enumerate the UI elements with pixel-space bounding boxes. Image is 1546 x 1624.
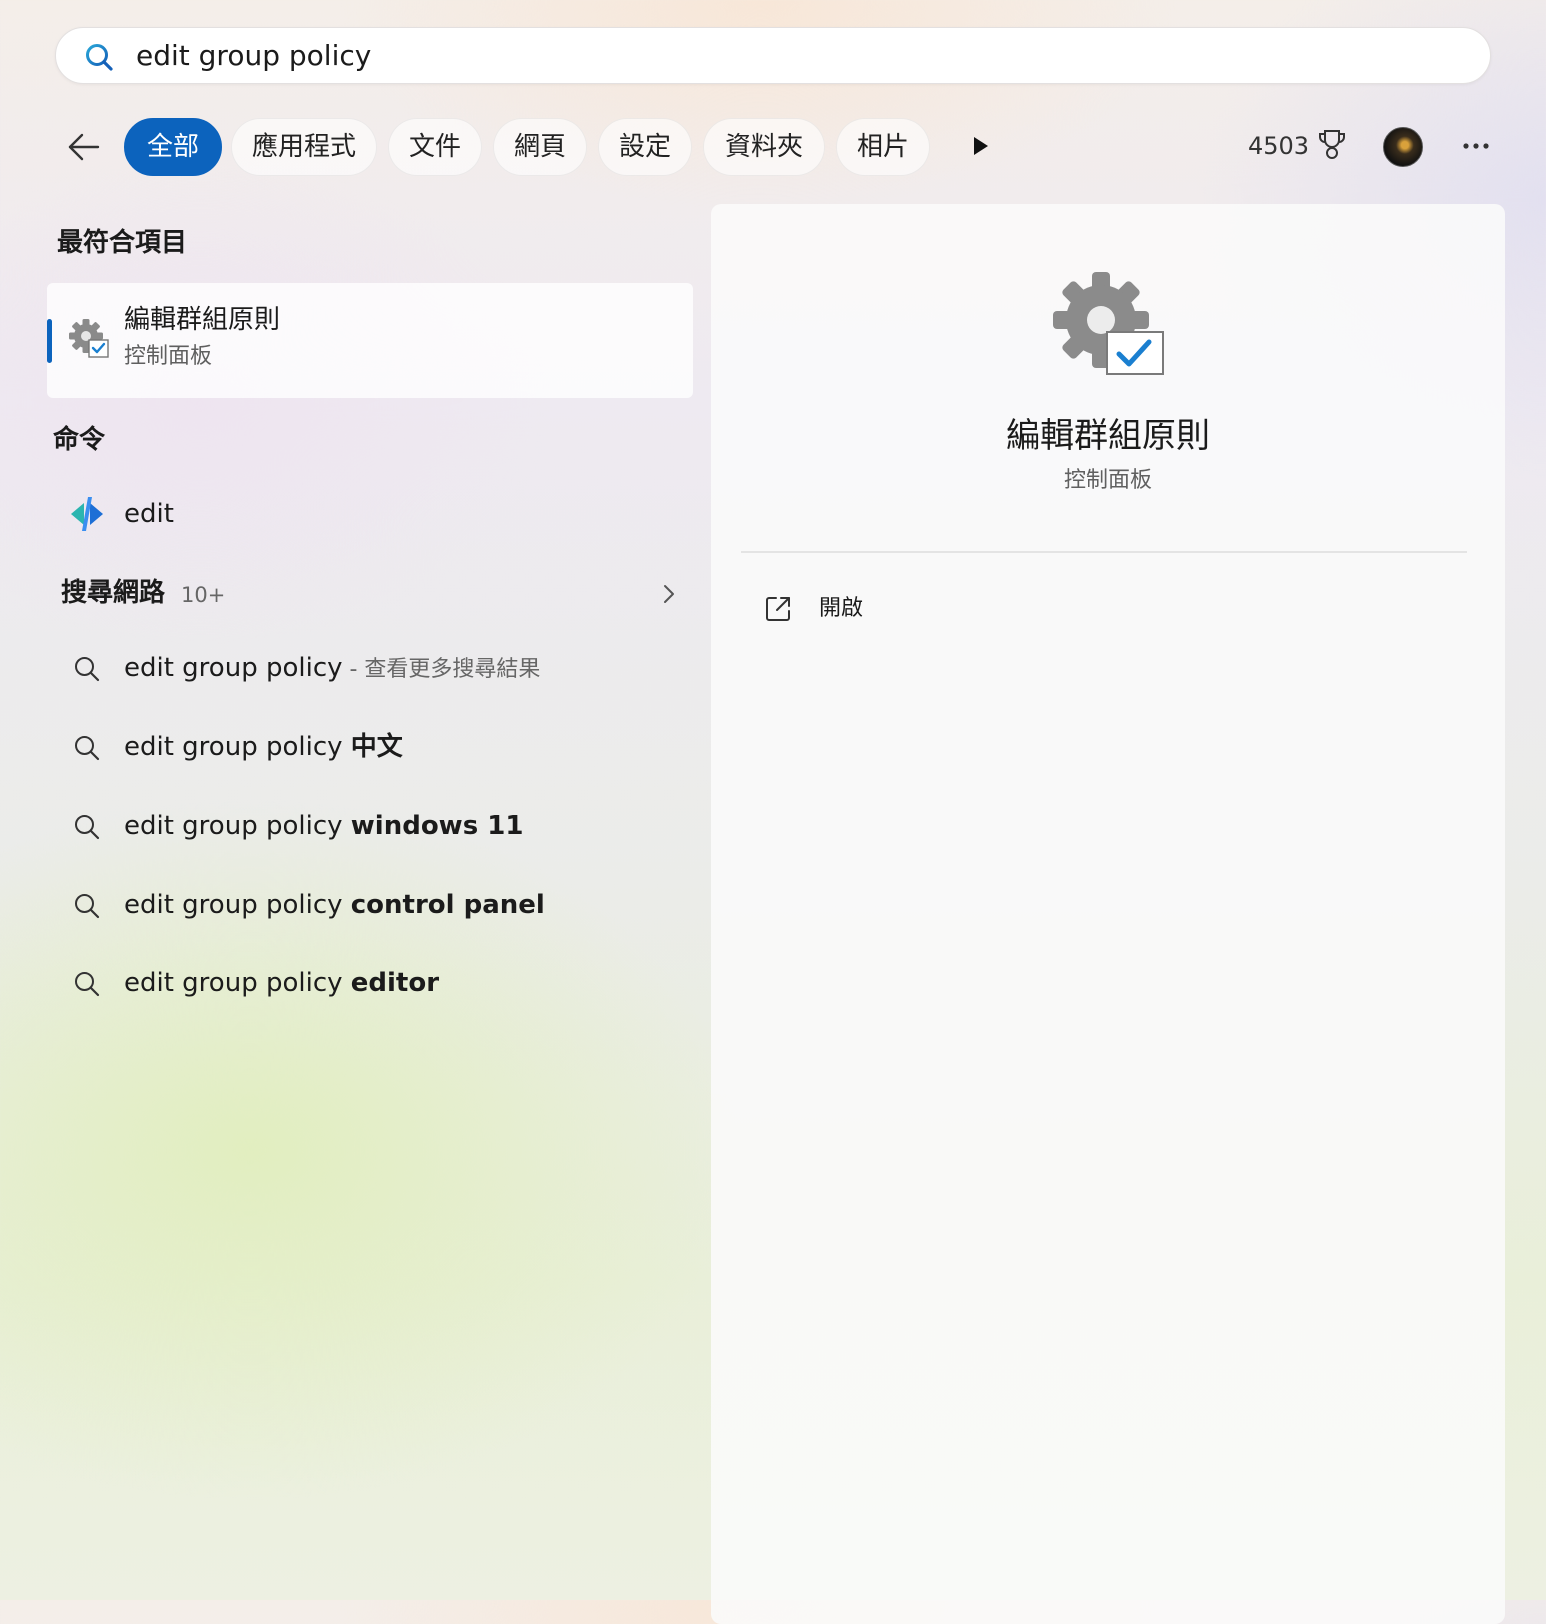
suggestion-base: edit group policy bbox=[124, 890, 351, 920]
chevron-right-icon[interactable] bbox=[659, 582, 679, 606]
web-search-title: 搜尋網路 bbox=[61, 578, 166, 608]
tab-settings[interactable]: 設定 bbox=[598, 118, 692, 176]
more-options-icon[interactable] bbox=[1456, 126, 1496, 166]
search-icon bbox=[75, 972, 100, 997]
suggestion-base: edit group policy bbox=[124, 811, 351, 841]
commands-header: 命令 bbox=[53, 425, 106, 455]
best-match-header: 最符合項目 bbox=[57, 228, 188, 258]
search-input[interactable]: edit group policy bbox=[136, 38, 371, 74]
web-result-count: 10+ bbox=[181, 583, 226, 607]
web-search-header[interactable]: 搜尋網路 10+ bbox=[47, 572, 693, 616]
suggestion-suffix: 中文 bbox=[350, 732, 403, 762]
open-label: 開啟 bbox=[819, 596, 864, 621]
best-match-title: 編輯群組原則 bbox=[124, 305, 281, 335]
edit-command-icon bbox=[71, 497, 103, 531]
suggestion-base: edit group policy bbox=[124, 653, 343, 683]
detail-subtitle: 控制面板 bbox=[1063, 468, 1152, 493]
selection-indicator bbox=[47, 319, 52, 363]
web-suggestion[interactable]: edit group policy windows 11 bbox=[47, 796, 693, 856]
tab-apps[interactable]: 應用程式 bbox=[231, 118, 377, 176]
tab-photos[interactable]: 相片 bbox=[836, 118, 930, 176]
search-icon bbox=[75, 657, 100, 682]
web-suggestion[interactable]: edit group policy control panel bbox=[47, 875, 693, 935]
avatar[interactable] bbox=[1383, 127, 1423, 167]
open-button[interactable]: 開啟 bbox=[741, 582, 1041, 636]
suggestion-hint: - 查看更多搜尋結果 bbox=[342, 657, 541, 682]
search-icon bbox=[75, 894, 100, 919]
back-arrow-icon[interactable] bbox=[62, 126, 104, 168]
search-icon bbox=[75, 815, 100, 840]
search-icon bbox=[86, 44, 113, 71]
divider bbox=[741, 551, 1467, 553]
detail-title: 編輯群組原則 bbox=[1006, 416, 1210, 456]
suggestion-base: edit group policy bbox=[124, 968, 351, 998]
open-external-icon bbox=[766, 597, 790, 621]
tab-documents[interactable]: 文件 bbox=[388, 118, 482, 176]
trophy-icon[interactable] bbox=[1316, 128, 1348, 162]
suggestion-text: edit group policy control panel bbox=[124, 888, 545, 922]
suggestion-suffix: editor bbox=[350, 968, 440, 998]
detail-pane: 編輯群組原則 控制面板 開啟 bbox=[711, 204, 1505, 1624]
filter-toolbar: 全部 應用程式 文件 網頁 設定 資料夾 相片 4503 bbox=[0, 116, 1546, 176]
web-suggestion[interactable]: edit group policy editor bbox=[47, 953, 693, 1013]
search-box[interactable]: edit group policy bbox=[55, 27, 1491, 84]
play-icon[interactable] bbox=[968, 134, 992, 158]
best-match-subtitle: 控制面板 bbox=[124, 344, 213, 369]
suggestion-suffix: control panel bbox=[350, 890, 545, 920]
best-match-item[interactable]: 編輯群組原則 控制面板 bbox=[47, 283, 693, 398]
suggestion-text: edit group policy editor bbox=[124, 966, 439, 1000]
suggestion-base: edit group policy bbox=[124, 732, 351, 762]
tab-folders[interactable]: 資料夾 bbox=[703, 118, 825, 176]
web-suggestion[interactable]: edit group policy - 查看更多搜尋結果 bbox=[47, 638, 693, 698]
rewards-points[interactable]: 4503 bbox=[1248, 129, 1309, 163]
group-policy-icon bbox=[69, 319, 109, 358]
group-policy-icon bbox=[1053, 272, 1164, 375]
tab-all[interactable]: 全部 bbox=[124, 118, 222, 176]
web-suggestion[interactable]: edit group policy 中文 bbox=[47, 717, 693, 777]
suggestion-text: edit group policy windows 11 bbox=[124, 809, 523, 843]
suggestion-text: edit group policy - 查看更多搜尋結果 bbox=[124, 651, 540, 687]
tab-web[interactable]: 網頁 bbox=[493, 118, 587, 176]
command-label: edit bbox=[124, 499, 174, 529]
command-item-edit[interactable]: edit bbox=[47, 484, 693, 544]
suggestion-suffix: windows 11 bbox=[350, 811, 524, 841]
suggestion-text: edit group policy 中文 bbox=[124, 730, 403, 764]
search-icon bbox=[75, 736, 100, 761]
